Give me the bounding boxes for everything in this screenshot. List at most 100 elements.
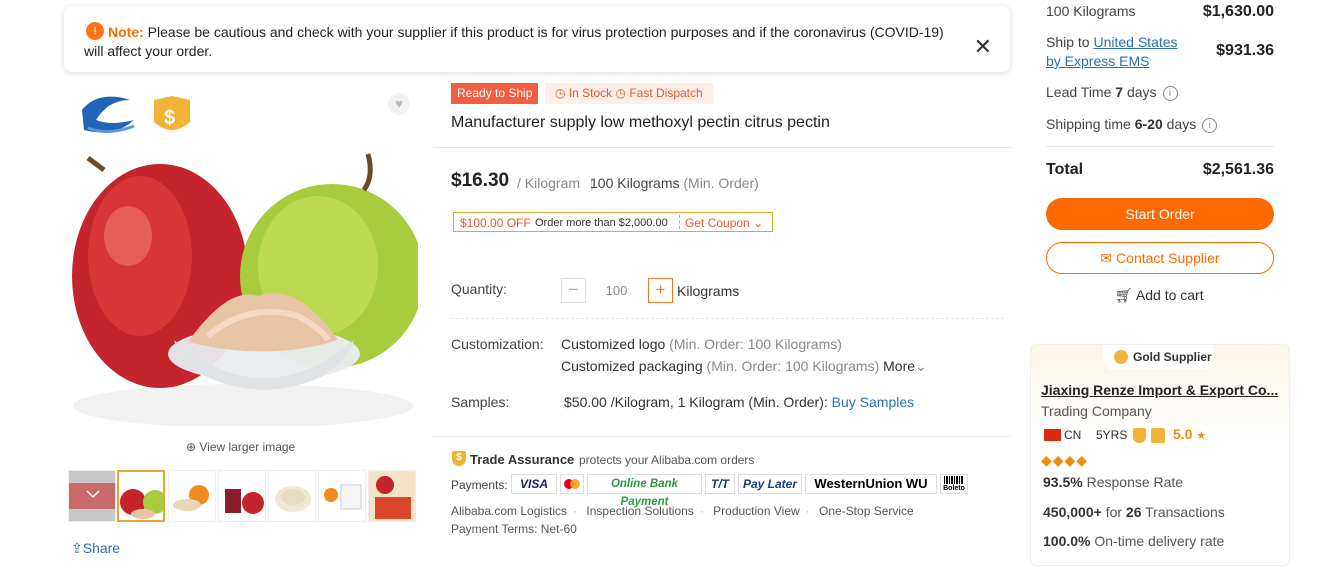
supplier-name-link[interactable]: Jiaxing Renze Import & Export Co...	[1041, 382, 1278, 398]
clock-icon: ◷	[615, 86, 630, 100]
notice-label: Note:	[108, 24, 144, 40]
min-order-suffix: (Min. Order)	[683, 175, 759, 191]
thumbnail-5[interactable]	[318, 470, 366, 522]
link-separator: ·	[573, 504, 578, 518]
lead-time: Lead Time 7 days i	[1046, 84, 1178, 101]
western-union-logo: WesternUnion WU	[805, 474, 937, 494]
thumbnail-image-apples	[119, 472, 163, 520]
production-view-link[interactable]: Production View	[713, 504, 800, 518]
notice-text: Note: Please be cautious and check with …	[84, 23, 964, 61]
contact-supplier-button[interactable]: ✉ Contact Supplier	[1046, 242, 1274, 274]
lead-time-value: 7	[1115, 84, 1124, 100]
visa-logo: VISA	[511, 474, 557, 494]
inspection-link[interactable]: Inspection Solutions	[586, 504, 693, 518]
close-icon[interactable]: ✕	[974, 36, 992, 58]
add-to-cart-button[interactable]: 🛒︎ Add to cart	[1115, 287, 1204, 304]
start-order-button[interactable]: Start Order	[1046, 198, 1274, 230]
get-coupon-button[interactable]: Get Coupon ⌄	[685, 216, 763, 230]
thumbnail-2[interactable]	[168, 470, 216, 522]
online-bank-payment-logo: Online Bank Payment	[587, 474, 702, 508]
coupon-condition: Order more than $2,000.00	[535, 217, 668, 229]
service-links: Alibaba.com Logistics · Inspection Soluti…	[451, 504, 914, 518]
product-title: Manufacturer supply low methoxyl pectin …	[451, 114, 830, 131]
quantity-input[interactable]	[589, 278, 644, 303]
one-stop-service-link[interactable]: One-Stop Service	[819, 504, 914, 518]
product-price: $16.30	[451, 170, 510, 191]
apple-pectin-image: $	[68, 86, 418, 426]
lead-time-unit: days	[1126, 84, 1157, 100]
info-icon[interactable]: i	[1162, 85, 1178, 101]
payment-terms: Payment Terms: Net-60	[451, 522, 577, 536]
logistics-link[interactable]: Alibaba.com Logistics	[451, 504, 567, 518]
thumbnail-image-certificate	[319, 471, 365, 521]
shipping-time-value: 6-20	[1134, 116, 1163, 132]
chevron-up-icon	[69, 471, 115, 521]
thumbnail-scroll-up[interactable]	[68, 470, 116, 522]
main-product-image[interactable]: $	[68, 86, 418, 426]
ontime-rate-value: 100.0%	[1043, 533, 1091, 549]
trade-assurance-title: Trade Assurance	[470, 452, 575, 467]
response-rate-value: 93.5%	[1043, 474, 1083, 490]
quantity-label: Quantity:	[451, 281, 508, 297]
thumbnail-6[interactable]	[368, 470, 416, 522]
quantity-summary-value: $1,630.00	[1202, 3, 1274, 20]
star-icon: ★	[1196, 430, 1207, 442]
thumbnail-image-orange	[169, 471, 215, 521]
thumbnail-image-powder	[269, 471, 315, 521]
thumbnail-4[interactable]	[268, 470, 316, 522]
pay-later-logo: Pay Later	[738, 474, 802, 494]
supplier-years: 5YRS	[1096, 428, 1128, 442]
lead-time-label: Lead Time	[1046, 84, 1112, 100]
quantity-unit: Kilograms	[677, 283, 740, 299]
transactions-count: 26	[1125, 504, 1142, 520]
more-label: More	[883, 358, 916, 374]
supplier-diamond-rating: ◆◆◆◆	[1041, 452, 1089, 468]
chevron-down-icon: ⌄	[753, 216, 764, 230]
coupon-banner[interactable]: $100.00 OFF Order more than $2,000.00 Ge…	[453, 212, 773, 232]
transactions: 450,000+ for 26 Transactions	[1043, 504, 1225, 520]
customized-packaging-min: (Min. Order: 100 Kilograms)	[706, 358, 880, 374]
quantity-decrease-button[interactable]: −	[561, 278, 586, 303]
ship-to-label: Ship to	[1046, 34, 1090, 50]
divider	[451, 318, 1004, 319]
link-separator: ·	[699, 504, 704, 518]
total-label: Total	[1046, 161, 1084, 178]
share-button[interactable]: ⇪Share	[71, 540, 120, 557]
favorite-heart-icon[interactable]: ♥	[388, 93, 410, 115]
more-customization-button[interactable]: More⌄	[883, 358, 927, 374]
trade-assurance-shield-icon: $	[452, 451, 466, 466]
info-icon[interactable]: i	[1202, 117, 1218, 133]
supplier-type: Trading Company	[1041, 403, 1152, 419]
customized-logo-label: Customized logo	[561, 336, 666, 352]
view-larger-image-link[interactable]: ⊕ View larger image	[186, 440, 295, 454]
transactions-amount: 450,000+	[1043, 504, 1102, 520]
get-coupon-label: Get Coupon	[685, 216, 750, 230]
barcode-icon	[944, 476, 964, 484]
coupon-separator	[679, 215, 680, 229]
notice-message: Please be cautious and check with your s…	[84, 24, 944, 59]
boleto-label: Boleto	[943, 485, 965, 492]
customized-logo-min: (Min. Order: 100 Kilograms)	[669, 336, 842, 352]
supplier-rating: 5.0 ★	[1173, 426, 1206, 442]
customized-packaging-option: Customized packaging (Min. Order: 100 Ki…	[561, 358, 927, 375]
price-unit: / Kilogram |	[517, 175, 594, 191]
contact-supplier-label: Contact Supplier	[1116, 250, 1220, 266]
buy-samples-link[interactable]: Buy Samples	[832, 394, 914, 410]
ship-method-link[interactable]: by Express EMS	[1046, 53, 1149, 69]
shipping-time: Shipping time 6-20 days i	[1046, 116, 1218, 133]
thumbnail-strip	[68, 470, 418, 522]
supplier-country: CN	[1064, 428, 1082, 442]
envelope-icon: ✉	[1100, 250, 1117, 266]
quantity-increase-button[interactable]: +	[648, 278, 673, 303]
shipping-time-unit: days	[1166, 116, 1197, 132]
divider	[1046, 146, 1274, 147]
samples-price: $50.00 /Kilogram, 1 Kilogram (Min. Order…	[564, 394, 828, 410]
payments-label: Payments:	[451, 478, 508, 492]
china-flag-icon	[1044, 429, 1061, 441]
thumbnail-3[interactable]	[218, 470, 266, 522]
thumbnail-1[interactable]	[117, 470, 165, 522]
shipping-time-label: Shipping time	[1046, 116, 1131, 132]
cart-icon: 🛒︎	[1115, 287, 1136, 303]
price-unit-text: / Kilogram	[517, 175, 581, 191]
samples-value: $50.00 /Kilogram, 1 Kilogram (Min. Order…	[564, 394, 914, 410]
